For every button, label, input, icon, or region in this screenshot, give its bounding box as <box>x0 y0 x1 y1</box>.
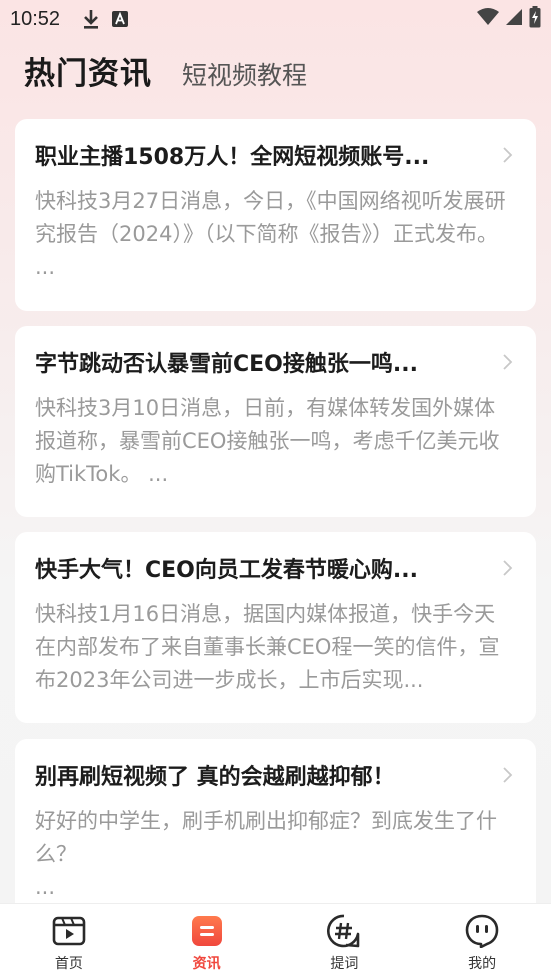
status-bar: 10:52 <box>0 0 551 38</box>
chevron-right-icon <box>500 352 514 372</box>
battery-charging-icon <box>529 6 541 32</box>
article-description: 快科技3月10日消息，日前，有媒体转发国外媒体报道称，暴雪前CEO接触张一鸣，考… <box>35 396 500 486</box>
nav-item-home[interactable]: 首页 <box>0 904 138 979</box>
page-header: 热门资讯 短视频教程 <box>24 48 307 94</box>
wifi-icon <box>477 8 499 30</box>
article-description-block: 好好的中学生，刷手机刷出抑郁症？到底发生了什么？ ... <box>35 805 516 904</box>
tab-video-tutorials[interactable]: 短视频教程 <box>182 56 307 92</box>
article-title: 别再刷短视频了 真的会越刷越抑郁！ <box>35 765 395 790</box>
chevron-right-icon <box>500 145 514 165</box>
bottom-nav: 首页 资讯 提词 我的 <box>0 903 551 979</box>
nav-label: 首页 <box>54 956 83 972</box>
article-ellipsis: ... <box>35 875 56 899</box>
download-icon <box>82 8 100 30</box>
article-card[interactable]: 快手大气！CEO向员工发春节暖心购... 快科技1月16日消息，据国内媒体报道，… <box>15 532 536 723</box>
nav-item-prompter[interactable]: 提词 <box>276 904 414 979</box>
nav-label: 提词 <box>330 956 359 972</box>
a-icon <box>112 11 129 27</box>
article-card[interactable]: 字节跳动否认暴雪前CEO接触张一鸣... 快科技3月10日消息，日前，有媒体转发… <box>15 326 536 517</box>
article-title: 快手大气！CEO向员工发春节暖心购... <box>35 558 418 583</box>
article-card[interactable]: 职业主播1508万人！全网短视频账号... 快科技3月27日消息，今日，《中国网… <box>15 119 536 311</box>
chevron-right-icon <box>500 765 514 785</box>
news-icon <box>190 914 224 948</box>
article-description: 好好的中学生，刷手机刷出抑郁症？到底发生了什么？ <box>35 809 497 866</box>
article-description: 快科技1月16日消息，据国内媒体报道，快手今天在内部发布了来自董事长兼CEO程一… <box>35 602 500 692</box>
signal-icon <box>505 8 523 30</box>
chevron-right-icon <box>500 558 514 578</box>
status-time: 10:52 <box>10 7 61 30</box>
nav-item-profile[interactable]: 我的 <box>413 904 551 979</box>
nav-item-news[interactable]: 资讯 <box>138 904 276 979</box>
hashtag-icon <box>327 914 361 948</box>
tab-hot-news[interactable]: 热门资讯 <box>24 48 152 93</box>
article-description: 快科技3月27日消息，今日，《中国网络视听发展研究报告（2024）》（以下简称《… <box>35 189 506 279</box>
article-title: 字节跳动否认暴雪前CEO接触张一鸣... <box>35 352 418 377</box>
nav-label: 我的 <box>468 956 497 972</box>
article-title: 职业主播1508万人！全网短视频账号... <box>35 145 430 170</box>
video-icon <box>52 914 86 948</box>
face-icon <box>465 914 499 948</box>
nav-label: 资讯 <box>192 956 221 972</box>
